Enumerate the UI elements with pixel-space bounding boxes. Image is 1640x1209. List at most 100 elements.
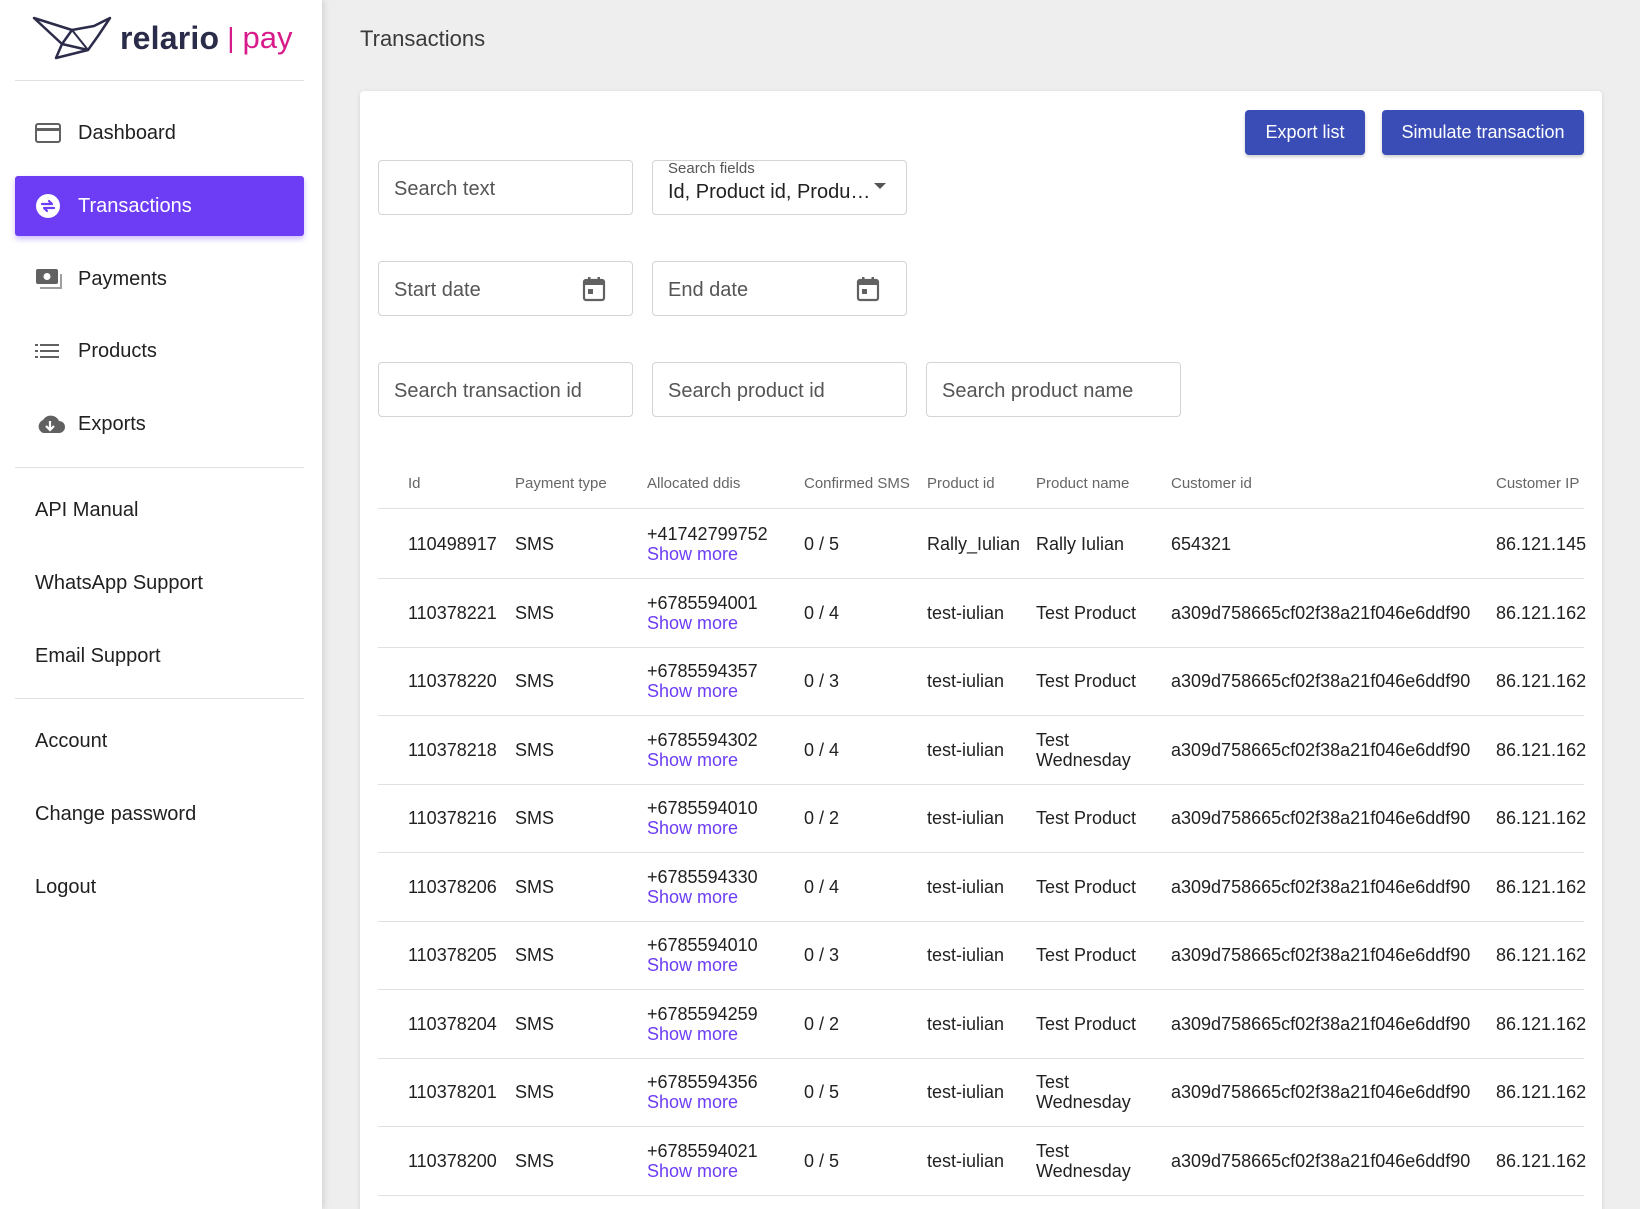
- search-text-input[interactable]: Search text: [378, 160, 633, 215]
- search-transaction-id-input[interactable]: Search transaction id: [378, 362, 633, 417]
- cell-product-name: Test Product: [1036, 876, 1137, 897]
- nav-transactions[interactable]: Transactions: [15, 176, 304, 236]
- show-more-link[interactable]: Show more: [647, 681, 758, 701]
- calendar-icon[interactable]: [856, 276, 880, 307]
- swap-icon: [35, 193, 75, 219]
- cell-allocated-ddis: +6785594302 Show more: [647, 730, 758, 770]
- search-fields-label: Search fields: [668, 160, 755, 177]
- calendar-icon[interactable]: [582, 276, 606, 307]
- column-header[interactable]: Confirmed SMS: [804, 475, 910, 492]
- link-whatsapp-support[interactable]: WhatsApp Support: [35, 572, 203, 595]
- ddi-number: +6785594010: [647, 798, 758, 818]
- show-more-link[interactable]: Show more: [647, 750, 758, 770]
- show-more-link[interactable]: Show more: [647, 887, 758, 907]
- cell-customer-id: a309d758665cf02f38a21f046e6ddf90: [1171, 876, 1471, 897]
- link-change-password[interactable]: Change password: [35, 803, 196, 826]
- cell-product-id: test-iulian: [927, 602, 1005, 623]
- ddi-number: +6785594021: [647, 1140, 758, 1161]
- search-fields-select[interactable]: Search fields Id, Product id, Product na…: [652, 160, 907, 215]
- nav-exports[interactable]: Exports: [15, 394, 304, 454]
- cell-customer-ip: 86.121.162: [1496, 1013, 1587, 1034]
- ddi-number: +41742799752: [647, 524, 768, 544]
- cell-payment-type: SMS: [515, 876, 555, 897]
- search-product-name-input[interactable]: Search product name: [926, 362, 1181, 417]
- brand-name: relario: [120, 19, 220, 56]
- show-more-link[interactable]: Show more: [647, 1024, 758, 1044]
- show-more-link[interactable]: Show more: [647, 818, 758, 838]
- cell-id: 110378204: [408, 1013, 497, 1034]
- link-email-support[interactable]: Email Support: [35, 645, 161, 668]
- export-list-button[interactable]: Export list: [1245, 110, 1365, 155]
- cell-id: 110378201: [408, 1082, 497, 1102]
- column-header[interactable]: Allocated ddis: [647, 475, 740, 492]
- cell-allocated-ddis: +6785594001 Show more: [647, 593, 758, 633]
- column-header[interactable]: Customer IP: [1496, 475, 1579, 492]
- cell-confirmed-sms: 0 / 2: [804, 1013, 840, 1034]
- table-row[interactable]: 110378201 SMS +6785594356 Show more 0 / 5 tes…: [378, 1058, 1586, 1127]
- column-header[interactable]: Customer id: [1171, 475, 1252, 492]
- show-more-link[interactable]: Show more: [647, 1092, 758, 1112]
- table-row[interactable]: 110498917 SMS +41742799752 Show more 0 / 5 Ra…: [378, 510, 1587, 579]
- show-more-link[interactable]: Show more: [647, 544, 768, 564]
- table-row[interactable]: 110378205 SMS +6785594010 Show more 0 / 3 tes…: [378, 921, 1587, 990]
- cell-product-id: test-iulian: [927, 671, 1005, 691]
- cell-allocated-ddis: +6785594021 Show more: [647, 1141, 758, 1181]
- cell-customer-ip: 86.121.162: [1496, 671, 1587, 691]
- table-row[interactable]: 110378206 SMS +6785594330 Show more 0 / 4 tes…: [378, 853, 1586, 922]
- table-row[interactable]: 110378220 SMS +6785594357 Show more 0 / 3 tes…: [378, 647, 1587, 716]
- nav-transactions-label: Transactions: [78, 194, 192, 217]
- link-api-manual[interactable]: API Manual: [35, 499, 138, 522]
- cell-customer-id: a309d758665cf02f38a21f046e6ddf90: [1171, 808, 1471, 828]
- cell-product-id: test-iulian: [927, 1013, 1005, 1034]
- simulate-transaction-button[interactable]: Simulate transaction: [1382, 110, 1584, 155]
- cell-id: 110378205: [408, 945, 497, 965]
- nav-products[interactable]: Products: [15, 321, 304, 381]
- transaction-id-placeholder: Search transaction id: [394, 380, 582, 402]
- cell-customer-id: a309d758665cf02f38a21f046e6ddf90: [1171, 602, 1471, 623]
- link-account[interactable]: Account: [35, 730, 107, 753]
- nav-products-label: Products: [78, 339, 157, 362]
- divider: [15, 698, 304, 699]
- logo[interactable]: relario | pay: [32, 14, 293, 62]
- table-row[interactable]: 110378221 SMS +6785594001 Show more 0 / 4 tes…: [378, 579, 1586, 648]
- column-header[interactable]: Product name: [1036, 475, 1129, 492]
- cell-id: 110498917: [408, 534, 497, 554]
- cell-product-id: test-iulian: [927, 1082, 1005, 1102]
- column-header[interactable]: Product id: [927, 475, 995, 492]
- cell-customer-id: a309d758665cf02f38a21f046e6ddf90: [1171, 1150, 1471, 1171]
- cell-confirmed-sms: 0 / 3: [804, 945, 840, 965]
- cell-confirmed-sms: 0 / 4: [804, 739, 840, 760]
- ddi-number: +6785594357: [647, 661, 758, 681]
- table-row[interactable]: 110378204 SMS +6785594259 Show more 0 / 2 tes…: [378, 990, 1587, 1059]
- column-header[interactable]: Id: [408, 475, 421, 492]
- link-logout[interactable]: Logout: [35, 876, 96, 899]
- cell-allocated-ddis: +6785594010 Show more: [647, 935, 758, 975]
- nav-dashboard[interactable]: Dashboard: [15, 103, 304, 163]
- ddi-number: +6785594010: [647, 935, 758, 955]
- table-row[interactable]: 110378216 SMS +6785594010 Show more 0 / 2 tes…: [378, 784, 1586, 853]
- search-product-id-input[interactable]: Search product id: [652, 362, 907, 417]
- money-icon: [35, 268, 75, 290]
- table-row[interactable]: 110378200 SMS +6785594021 Show more 0 / 5 tes…: [378, 1127, 1586, 1196]
- sidebar: relario | pay Dashboard Transactions Pay…: [0, 0, 322, 1209]
- ddi-number: +6785594356: [647, 1072, 758, 1092]
- table-row[interactable]: 110378218 SMS +6785594302 Show more 0 / 4 tes…: [378, 716, 1586, 785]
- end-date-placeholder: End date: [668, 279, 749, 301]
- cell-customer-ip: 86.121.145: [1496, 534, 1587, 554]
- cell-customer-ip: 86.121.162: [1496, 945, 1587, 965]
- start-date-input[interactable]: Start date: [378, 261, 633, 316]
- end-date-input[interactable]: End date: [652, 261, 907, 316]
- show-more-link[interactable]: Show more: [647, 1161, 758, 1181]
- column-header[interactable]: Payment type: [515, 475, 607, 492]
- show-more-link[interactable]: Show more: [647, 613, 758, 633]
- product-name-placeholder: Search product name: [942, 380, 1134, 402]
- cell-payment-type: SMS: [515, 602, 555, 623]
- ddi-number: +6785594330: [647, 866, 758, 887]
- nav-payments[interactable]: Payments: [15, 249, 304, 309]
- nav-exports-label: Exports: [78, 412, 146, 435]
- transactions-card: Export list Simulate transaction Search …: [360, 91, 1602, 1209]
- cell-confirmed-sms: 0 / 5: [804, 1150, 840, 1171]
- ddi-number: +6785594302: [647, 729, 758, 750]
- cell-product-name: Test Product: [1036, 945, 1137, 965]
- show-more-link[interactable]: Show more: [647, 955, 758, 975]
